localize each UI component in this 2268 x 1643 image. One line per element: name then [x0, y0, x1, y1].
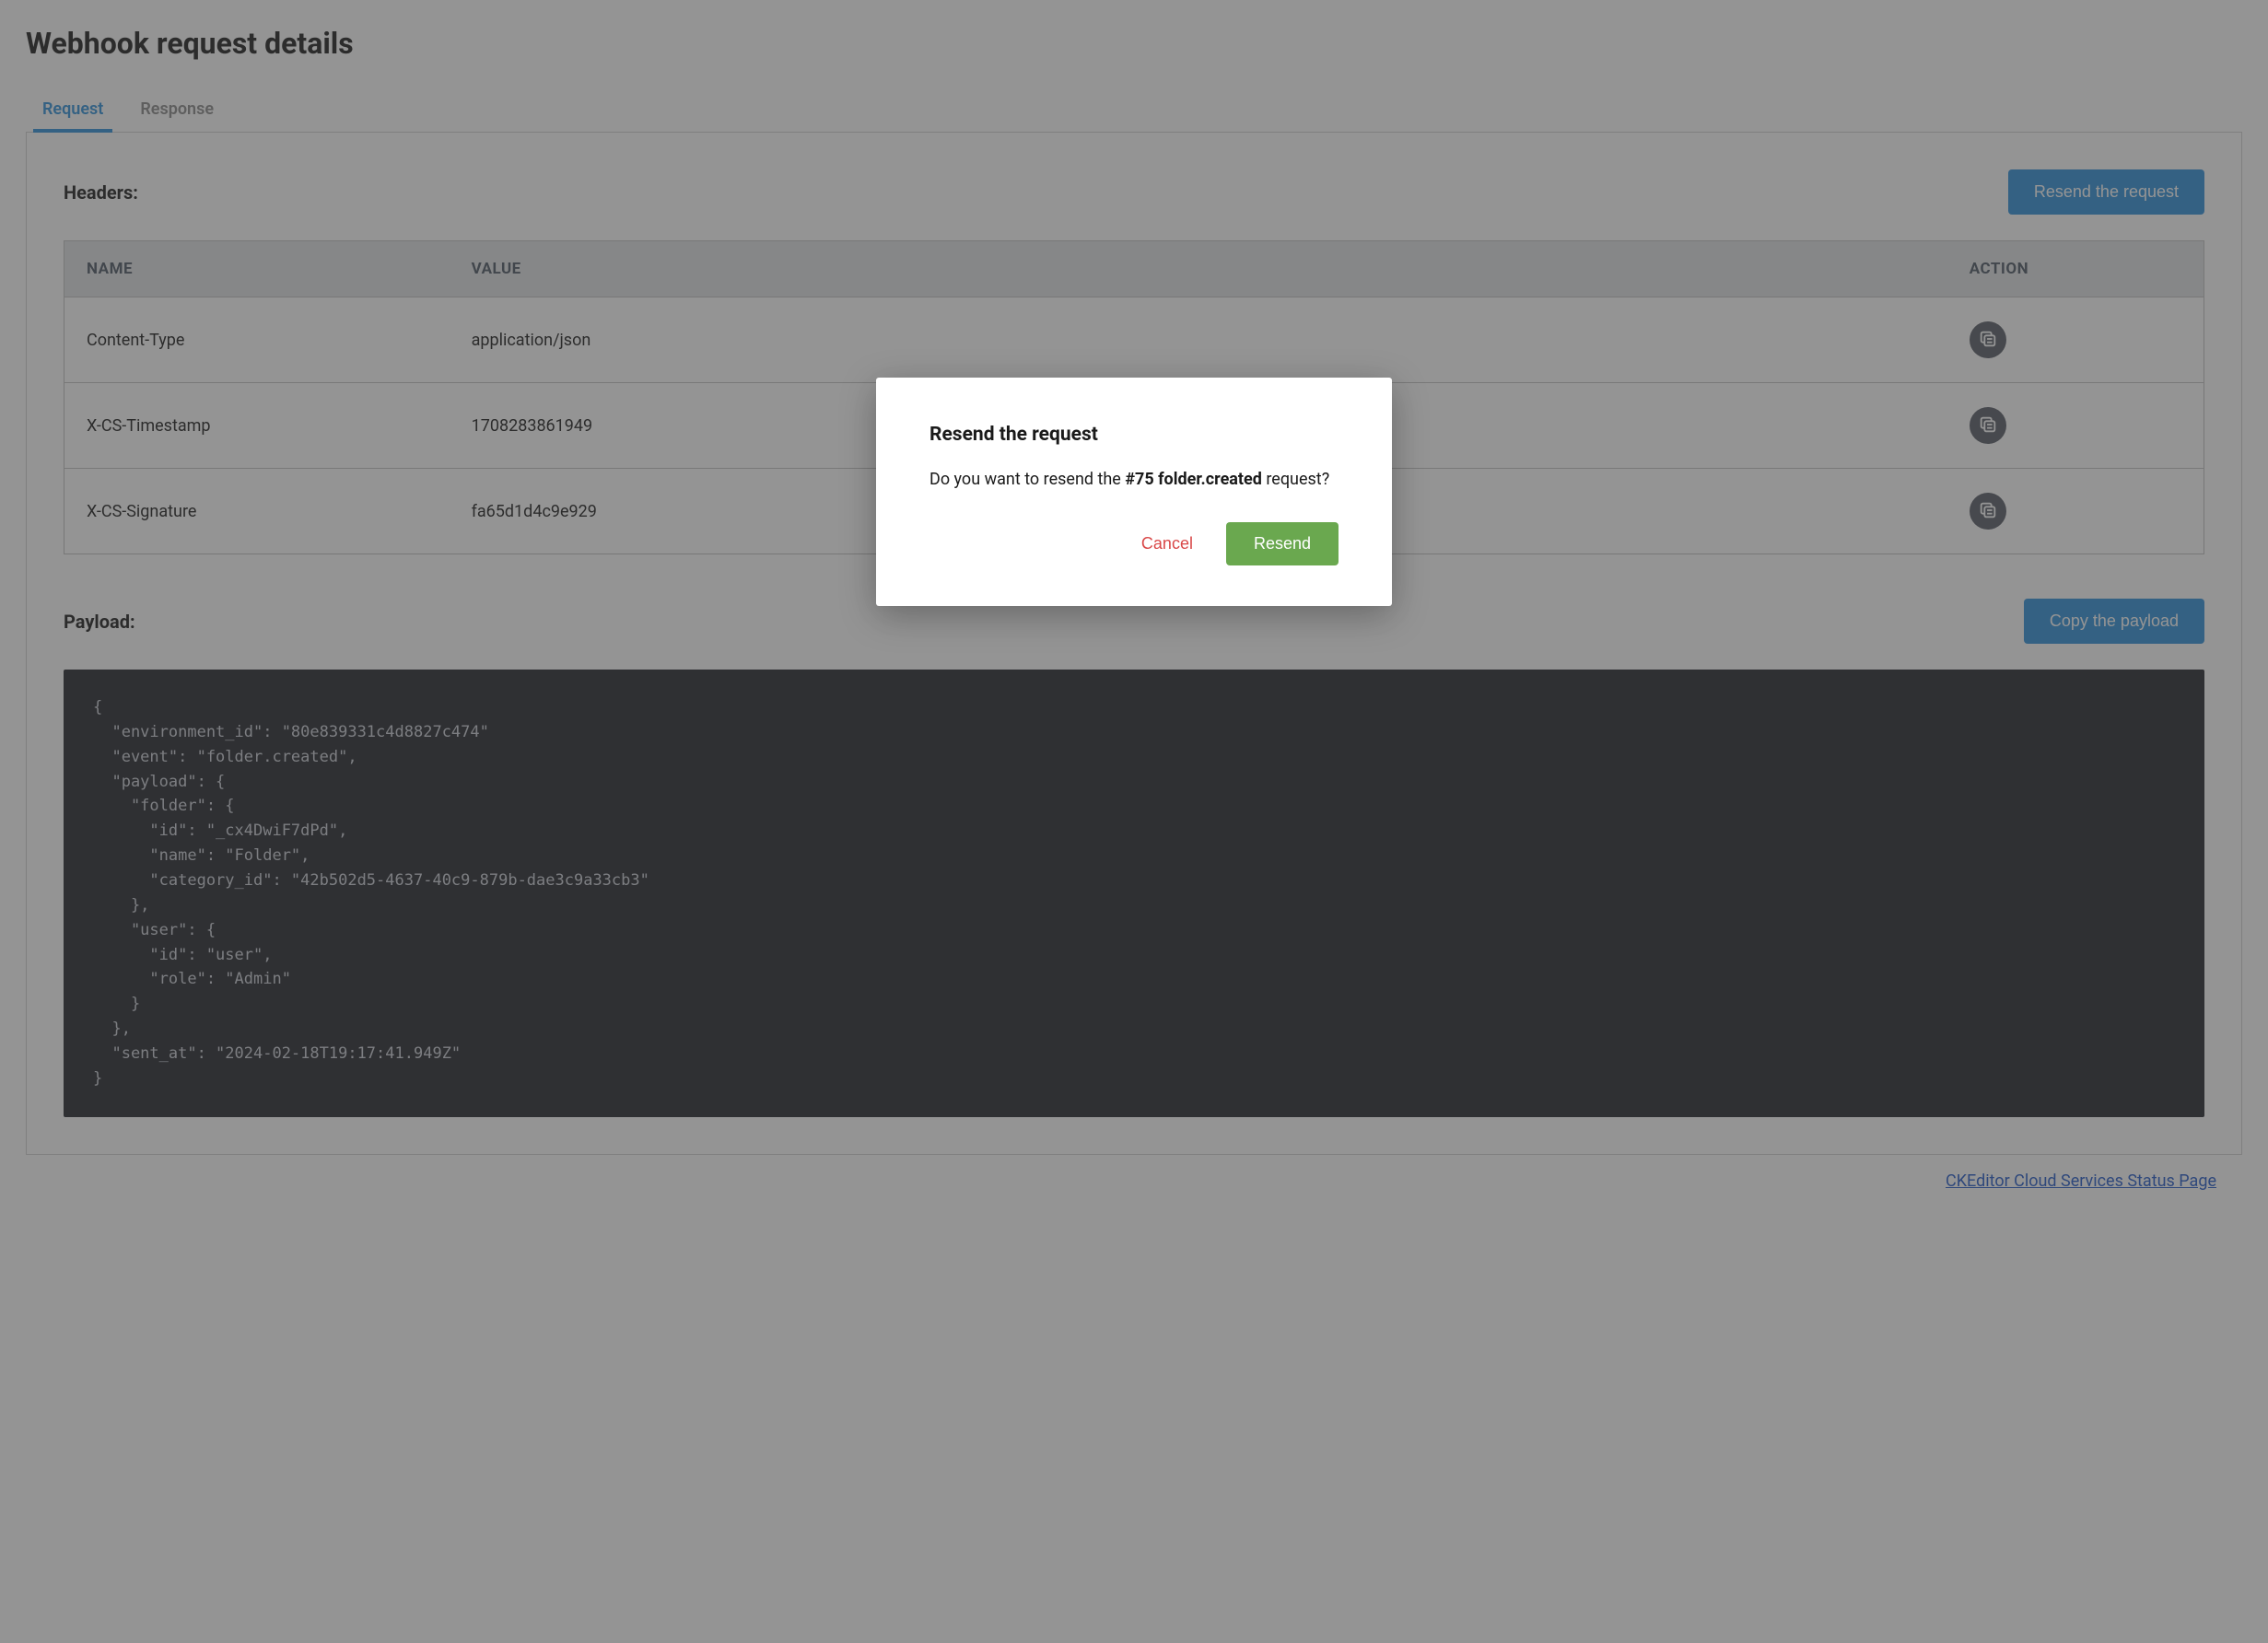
modal-body: Do you want to resend the #75 folder.cre…: [929, 470, 1339, 489]
modal-body-suffix: request?: [1262, 470, 1329, 489]
modal-overlay[interactable]: Resend the request Do you want to resend…: [0, 0, 2268, 1643]
modal-body-bold: #75 folder.created: [1125, 470, 1262, 489]
modal-body-prefix: Do you want to resend the: [929, 470, 1125, 489]
resend-confirm-button[interactable]: Resend: [1226, 522, 1339, 565]
modal-title: Resend the request: [929, 424, 1339, 446]
resend-modal: Resend the request Do you want to resend…: [876, 378, 1392, 606]
cancel-button[interactable]: Cancel: [1141, 534, 1193, 553]
